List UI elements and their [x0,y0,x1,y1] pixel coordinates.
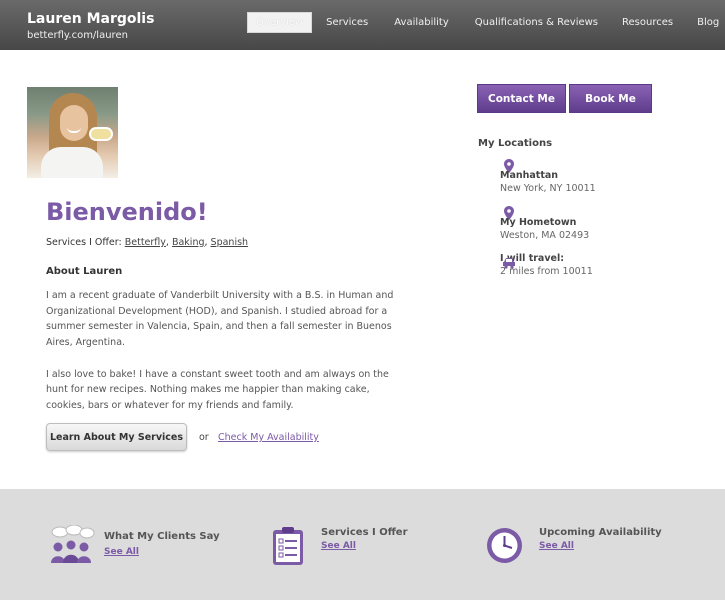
learn-services-button[interactable]: Learn About My Services [46,423,187,451]
top-nav: Overview Services Availability Qualifica… [247,12,725,33]
nav-services[interactable]: Services [318,12,376,33]
location-address: New York, NY 10011 [500,183,596,194]
service-link-baking[interactable]: Baking [172,237,205,248]
nav-availability[interactable]: Availability [386,12,457,33]
services-prefix: Services I Offer: [46,237,122,248]
about-paragraph: I also love to bake! I have a constant s… [46,368,389,411]
service-link-betterfly[interactable]: Betterfly [125,237,166,248]
service-link-spanish[interactable]: Spanish [211,237,249,248]
check-availability-link[interactable]: Check My Availability [218,432,319,443]
services-offered-line: Services I Offer: Betterfly, Baking, Spa… [46,237,249,248]
clients-speech-icon [51,525,95,563]
profile-name: Lauren Margolis [27,11,155,27]
availability-title: Upcoming Availability [539,527,662,538]
nav-overview-label: Overview [256,17,304,28]
services-see-all-link[interactable]: See All [321,541,356,551]
availability-see-all-link[interactable]: See All [539,541,574,551]
contact-me-button[interactable]: Contact Me [477,84,566,113]
nav-blog[interactable]: Blog [689,12,725,33]
travel-distance: 2 miles from 10011 [500,266,593,277]
location-title: Manhattan [500,170,559,181]
profile-photo [27,87,118,178]
clients-say-title: What My Clients Say [104,531,220,542]
about-paragraph: I am a recent graduate of Vanderbilt Uni… [46,290,394,349]
location-address: Weston, MA 02493 [500,230,590,241]
about-heading: About Lauren [46,266,123,277]
nav-qualifications-reviews[interactable]: Qualifications & Reviews [467,12,606,33]
welcome-heading: Bienvenido! [46,198,208,226]
or-text: or [199,432,209,443]
services-offer-title: Services I Offer [321,527,408,538]
nav-overview[interactable]: Overview [247,12,313,33]
clipboard-icon [273,527,303,565]
about-text: I am a recent graduate of Vanderbilt Uni… [46,288,396,414]
book-me-button[interactable]: Book Me [569,84,652,113]
clock-icon [487,528,522,563]
nav-resources[interactable]: Resources [614,12,681,33]
clients-see-all-link[interactable]: See All [104,547,139,557]
footer-bar: What My Clients Say See All Services I O… [0,489,725,600]
locations-heading: My Locations [478,138,553,149]
profile-url: betterfly.com/lauren [27,30,128,41]
location-title: My Hometown [500,217,577,228]
site-header: Lauren Margolis betterfly.com/lauren Ove… [0,0,725,50]
